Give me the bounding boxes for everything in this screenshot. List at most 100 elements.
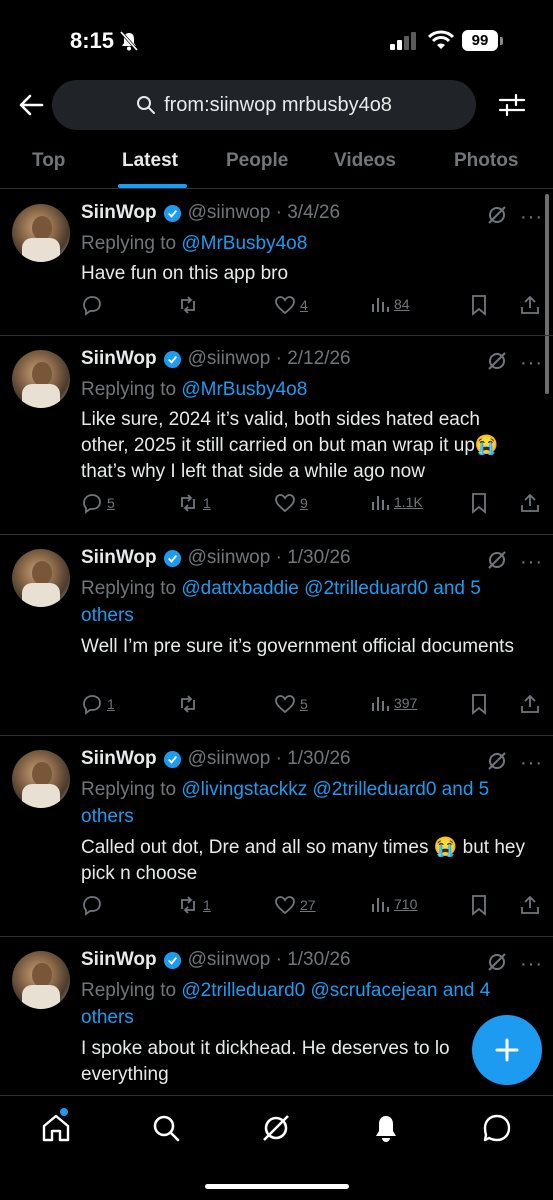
share-icon[interactable] <box>519 492 541 514</box>
bookmark-icon[interactable] <box>469 492 489 514</box>
tab-latest[interactable]: Latest <box>122 150 178 172</box>
repost-button[interactable]: 1 <box>177 492 211 514</box>
tweet-item[interactable]: SiinWop @siinwop · 1/30/26 ··· Replying … <box>0 736 553 937</box>
views-icon <box>372 898 389 912</box>
reply-button[interactable] <box>81 894 107 916</box>
tweet-feed[interactable]: SiinWop @siinwop · 3/4/26 ··· Replying t… <box>0 190 553 1095</box>
tweet-item[interactable]: SiinWop @siinwop · 1/30/26 ··· Replying … <box>0 535 553 736</box>
tweet-item[interactable]: SiinWop @siinwop · 2/12/26 ··· Replying … <box>0 336 553 535</box>
author-name[interactable]: SiinWop <box>81 202 157 224</box>
filter-icon[interactable] <box>496 91 528 119</box>
grok-icon[interactable] <box>260 1112 292 1144</box>
repost-icon <box>181 494 195 512</box>
tab-photos[interactable]: Photos <box>454 150 518 172</box>
avatar[interactable] <box>12 204 70 262</box>
explore-icon[interactable] <box>150 1112 182 1144</box>
views-count: 710 <box>394 896 418 912</box>
verified-icon <box>163 549 181 567</box>
like-count: 9 <box>300 495 308 511</box>
messages-icon[interactable] <box>481 1112 513 1144</box>
status-bar: 8:15 99 <box>0 0 553 80</box>
tweet-text: Like sure, 2024 it’s valid, both sides h… <box>81 409 499 482</box>
views-button[interactable]: 397 <box>370 693 417 713</box>
avatar[interactable] <box>12 549 70 607</box>
like-button[interactable]: 5 <box>274 693 308 715</box>
author-name[interactable]: SiinWop <box>81 348 157 370</box>
search-query: from:siinwop mrbusby4o8 <box>164 93 392 116</box>
views-button[interactable]: 1.1K <box>370 492 423 512</box>
more-icon[interactable]: ··· <box>520 752 543 775</box>
views-icon <box>372 496 389 510</box>
tweet-header: SiinWop @siinwop · 3/4/26 <box>81 202 340 224</box>
grok-icon[interactable] <box>486 549 508 571</box>
like-icon <box>275 296 295 315</box>
share-icon[interactable] <box>519 693 541 715</box>
tweet-item[interactable]: SiinWop @siinwop · 3/4/26 ··· Replying t… <box>0 190 553 336</box>
author-name[interactable]: SiinWop <box>81 949 157 971</box>
bell-off-icon <box>119 31 139 51</box>
views-count: 1.1K <box>394 494 423 510</box>
bookmark-icon[interactable] <box>469 693 489 715</box>
reply-count: 1 <box>107 696 115 712</box>
views-button[interactable]: 84 <box>370 294 410 314</box>
more-icon[interactable]: ··· <box>520 352 543 375</box>
tweet-date: 1/30/26 <box>287 949 351 970</box>
mention-link[interactable]: @MrBusby4o8 <box>181 379 307 400</box>
views-button[interactable]: 710 <box>370 894 417 914</box>
author-name[interactable]: SiinWop <box>81 748 157 770</box>
bookmark-icon[interactable] <box>469 894 489 916</box>
like-icon <box>275 494 295 513</box>
replying-prefix: Replying to <box>81 980 177 1001</box>
reply-button[interactable] <box>81 294 107 316</box>
grok-icon[interactable] <box>486 204 508 226</box>
views-count: 397 <box>394 695 418 711</box>
author-handle[interactable]: @siinwop <box>188 748 271 770</box>
grok-icon[interactable] <box>486 350 508 372</box>
tab-people[interactable]: People <box>226 150 288 172</box>
notifications-icon[interactable] <box>370 1112 402 1144</box>
home-icon[interactable] <box>40 1112 72 1144</box>
tweet-header: SiinWop @siinwop · 1/30/26 <box>81 547 351 569</box>
reply-button[interactable]: 5 <box>81 492 115 514</box>
tweet-text: I spoke about it dickhead. He deserves t… <box>81 1038 450 1085</box>
tab-top[interactable]: Top <box>32 150 65 172</box>
grok-icon[interactable] <box>486 750 508 772</box>
grok-icon[interactable] <box>486 951 508 973</box>
repost-button[interactable] <box>177 693 203 715</box>
tweet-item[interactable]: SiinWop @siinwop · 1/30/26 ··· Replying … <box>0 937 553 1095</box>
compose-button[interactable] <box>472 1015 542 1085</box>
status-time: 8:15 <box>70 28 115 53</box>
like-button[interactable]: 27 <box>274 894 316 916</box>
replying-prefix: Replying to <box>81 578 177 599</box>
author-handle[interactable]: @siinwop <box>188 547 271 569</box>
reply-button[interactable]: 1 <box>81 693 115 715</box>
like-button[interactable]: 4 <box>274 294 308 316</box>
author-handle[interactable]: @siinwop <box>188 202 271 224</box>
more-icon[interactable]: ··· <box>520 206 543 229</box>
author-name[interactable]: SiinWop <box>81 547 157 569</box>
repost-button[interactable]: 1 <box>177 894 211 916</box>
bookmark-icon[interactable] <box>469 294 489 316</box>
avatar[interactable] <box>12 750 70 808</box>
more-icon[interactable]: ··· <box>520 551 543 574</box>
more-icon[interactable]: ··· <box>520 953 543 976</box>
back-arrow-icon[interactable] <box>16 90 46 120</box>
repost-button[interactable] <box>177 294 203 316</box>
author-handle[interactable]: @siinwop <box>188 348 271 370</box>
search-input[interactable]: from:siinwop mrbusby4o8 <box>52 80 476 130</box>
share-icon[interactable] <box>519 294 541 316</box>
tab-videos[interactable]: Videos <box>334 150 396 172</box>
avatar[interactable] <box>12 350 70 408</box>
home-indicator[interactable] <box>205 1184 349 1189</box>
signal-icon <box>390 32 416 50</box>
mention-link[interactable]: @MrBusby4o8 <box>181 233 307 254</box>
tweet-text: Have fun on this app bro <box>81 263 289 284</box>
like-button[interactable]: 9 <box>274 492 308 514</box>
avatar[interactable] <box>12 951 70 1009</box>
like-icon <box>275 896 295 915</box>
wifi-icon <box>428 30 454 49</box>
replying-to: Replying to @MrBusby4o8 <box>81 376 521 403</box>
author-handle[interactable]: @siinwop <box>188 949 271 971</box>
verified-icon <box>163 951 181 969</box>
share-icon[interactable] <box>519 894 541 916</box>
